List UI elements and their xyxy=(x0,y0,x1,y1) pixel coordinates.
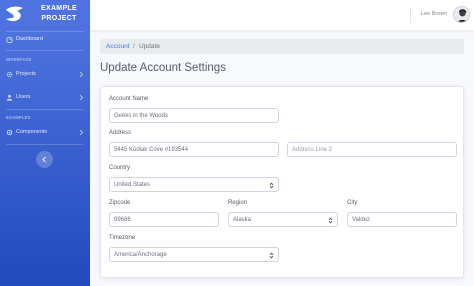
breadcrumb-current: Update xyxy=(139,43,160,50)
chevron-right-icon xyxy=(79,94,84,101)
select-caret-icon xyxy=(328,217,333,224)
account-name-value: Geeks in the Woods xyxy=(114,113,168,119)
account-settings-form: Account Name Geeks in the Woods Address … xyxy=(100,86,464,278)
address-line1-value: 5445 Kodiak Cove #193544 xyxy=(114,147,189,153)
city-input[interactable]: Valdez xyxy=(347,212,457,227)
avatar[interactable] xyxy=(453,6,470,23)
account-name-label: Account Name xyxy=(109,96,149,102)
select-caret-icon xyxy=(269,252,274,259)
chevron-left-icon xyxy=(42,156,46,163)
timezone-value: America/Anchorage xyxy=(114,252,167,258)
country-label: Country xyxy=(109,165,131,171)
sidebar-heading-interface: INTERFACE xyxy=(6,57,32,62)
sidebar: EXAMPLE PROJECT Dashboard INTERFACE Proj… xyxy=(0,0,90,286)
region-value: Alaska xyxy=(233,217,252,223)
brand-line-1: EXAMPLE xyxy=(41,5,77,12)
components-icon xyxy=(6,129,13,136)
dashboard-icon xyxy=(6,36,13,43)
logo-icon xyxy=(6,6,23,22)
sidebar-item-label: Dashboard xyxy=(16,36,43,42)
user-name[interactable]: Lee Brown xyxy=(421,11,447,17)
sidebar-item-label: Projects xyxy=(16,71,36,77)
zipcode-input[interactable]: 99686 xyxy=(109,212,219,227)
brand-line-2: PROJECT xyxy=(41,15,77,22)
account-name-input[interactable]: Geeks in the Woods xyxy=(109,108,279,123)
timezone-label: Timezone xyxy=(109,235,136,241)
sidebar-divider xyxy=(6,50,84,51)
address-line2-input[interactable]: Address Line 2 xyxy=(287,142,457,157)
address-label: Address xyxy=(109,130,132,136)
breadcrumb-separator: / xyxy=(133,43,135,50)
city-label: City xyxy=(347,200,358,206)
breadcrumb: Account / Update xyxy=(100,39,464,54)
address-line1-input[interactable]: 5445 Kodiak Cove #193544 xyxy=(109,142,279,157)
sidebar-divider xyxy=(6,31,84,32)
breadcrumb-link-account[interactable]: Account xyxy=(106,43,130,50)
region-select[interactable]: Alaska xyxy=(228,212,338,227)
chevron-right-icon xyxy=(79,129,84,136)
sidebar-toggle-button[interactable] xyxy=(36,151,53,168)
topbar-divider xyxy=(410,7,411,23)
sidebar-item-label: Components xyxy=(16,129,48,135)
sidebar-heading-examples: EXAMPLES xyxy=(6,115,31,120)
topbar: Lee Brown xyxy=(90,0,474,30)
zipcode-value: 99686 xyxy=(114,217,131,223)
user-avatar-icon xyxy=(454,7,469,22)
select-caret-icon xyxy=(269,182,274,189)
address-line2-placeholder: Address Line 2 xyxy=(292,147,333,153)
sidebar-item-projects[interactable]: Projects xyxy=(0,68,90,82)
timezone-select[interactable]: America/Anchorage xyxy=(109,247,279,262)
country-select[interactable]: United States xyxy=(109,177,279,192)
brand-name: EXAMPLE PROJECT xyxy=(30,4,88,24)
projects-icon xyxy=(6,71,13,78)
page-title: Update Account Settings xyxy=(100,62,226,74)
sidebar-item-users[interactable]: Users xyxy=(0,91,90,105)
city-value: Valdez xyxy=(352,217,370,223)
country-value: United States xyxy=(114,182,151,188)
chevron-right-icon xyxy=(79,71,84,78)
sidebar-item-components[interactable]: Components xyxy=(0,126,90,140)
brand[interactable]: EXAMPLE PROJECT xyxy=(0,0,90,30)
sidebar-item-dashboard[interactable]: Dashboard xyxy=(0,33,90,47)
sidebar-item-label: Users xyxy=(16,94,31,100)
zipcode-label: Zipcode xyxy=(109,200,131,206)
sidebar-divider xyxy=(6,144,84,145)
users-icon xyxy=(6,94,13,101)
region-label: Region xyxy=(228,200,248,206)
sidebar-divider xyxy=(6,109,84,110)
